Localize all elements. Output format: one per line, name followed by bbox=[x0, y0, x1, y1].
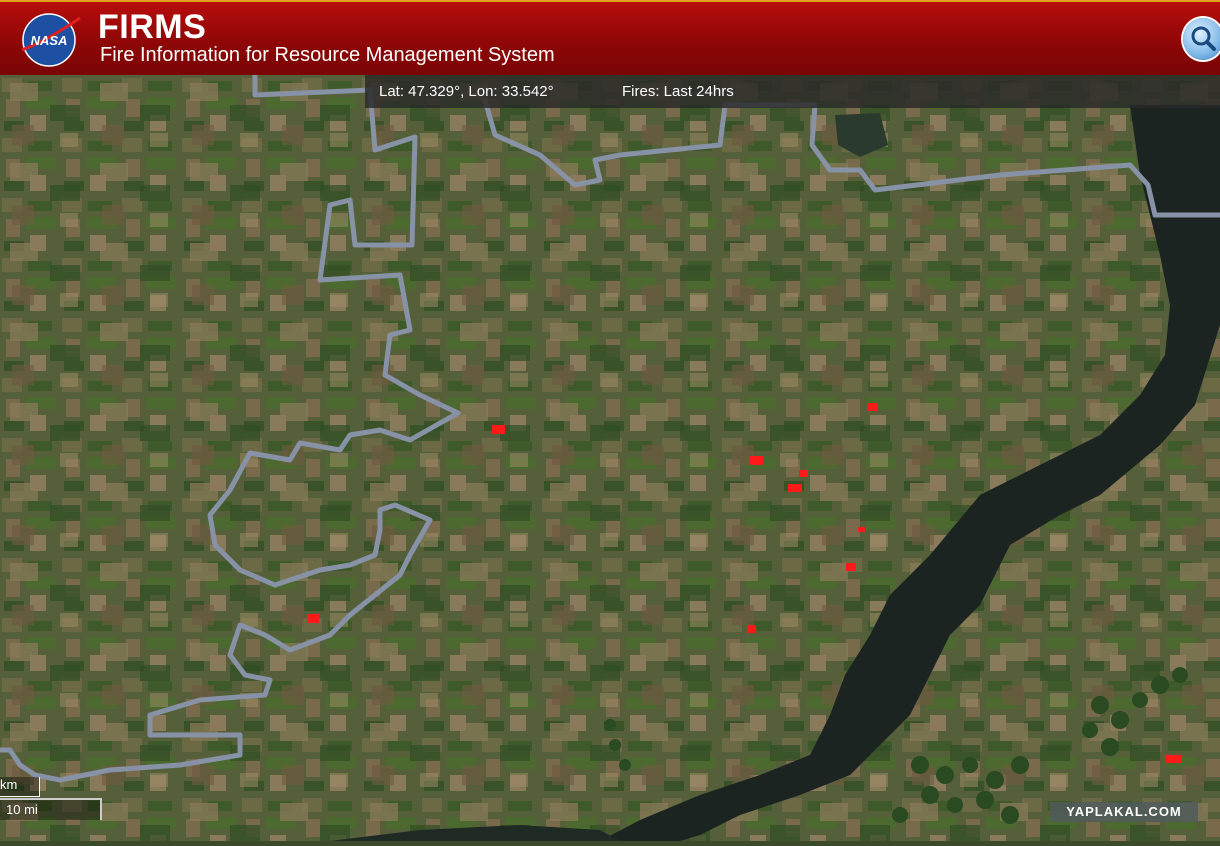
app-subtitle: Fire Information for Resource Management… bbox=[100, 44, 555, 66]
fire-marker bbox=[492, 425, 505, 434]
satellite-map[interactable] bbox=[0, 75, 1220, 841]
fire-marker bbox=[307, 614, 319, 623]
fire-marker bbox=[750, 456, 763, 465]
fire-marker bbox=[868, 403, 877, 411]
watermark: YAPLAKAL.COM bbox=[1050, 802, 1198, 822]
fire-marker bbox=[846, 563, 856, 571]
fire-marker bbox=[858, 527, 865, 532]
app-header: NASA FIRMS Fire Information for Resource… bbox=[0, 0, 1220, 75]
svg-text:NASA: NASA bbox=[31, 33, 68, 48]
search-icon bbox=[1191, 26, 1216, 51]
coordinate-bar: Lat: 47.329°, Lon: 33.542° Fires: Last 2… bbox=[365, 75, 1220, 108]
map-canvas bbox=[0, 75, 1220, 841]
fire-marker bbox=[799, 470, 808, 477]
nasa-logo[interactable]: NASA bbox=[18, 10, 82, 70]
fire-marker bbox=[747, 625, 756, 633]
cursor-coordinates: Lat: 47.329°, Lon: 33.542° bbox=[379, 83, 554, 100]
search-button[interactable] bbox=[1183, 18, 1220, 60]
scale-bar-km: km bbox=[0, 777, 40, 797]
scale-bar-mi: 10 mi bbox=[0, 798, 102, 820]
fire-marker bbox=[788, 484, 802, 492]
app-title: FIRMS bbox=[98, 8, 207, 46]
fire-marker bbox=[1165, 755, 1182, 763]
fires-time-filter[interactable]: Fires: Last 24hrs bbox=[622, 83, 734, 100]
